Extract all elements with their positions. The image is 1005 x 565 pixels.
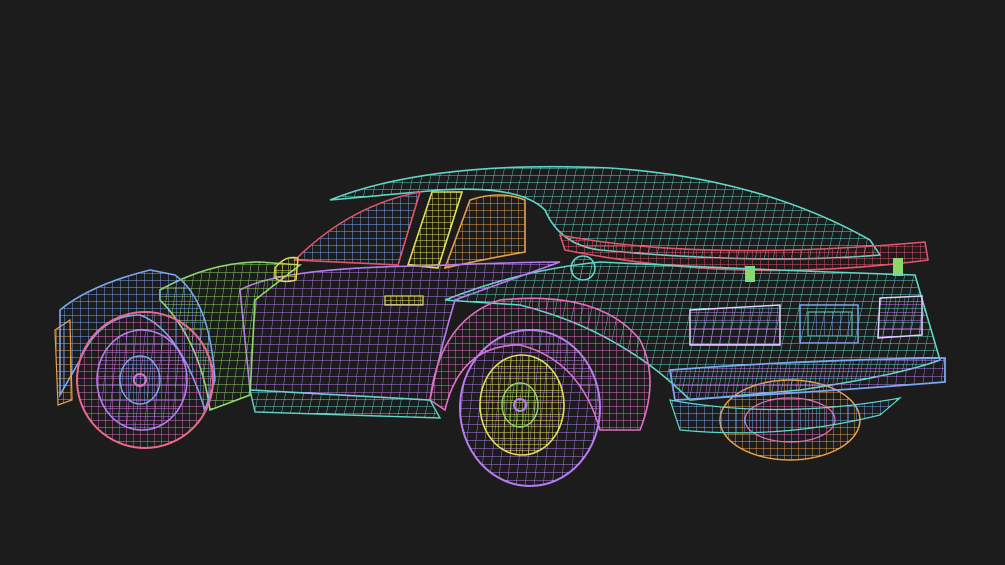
viewport [0,0,1005,565]
side-mirror [274,256,299,283]
side-windows [293,190,526,270]
car-wireframe [54,165,946,487]
fuel-cap [570,255,596,281]
rear-wheel [459,329,601,487]
front-wheel [76,311,214,449]
